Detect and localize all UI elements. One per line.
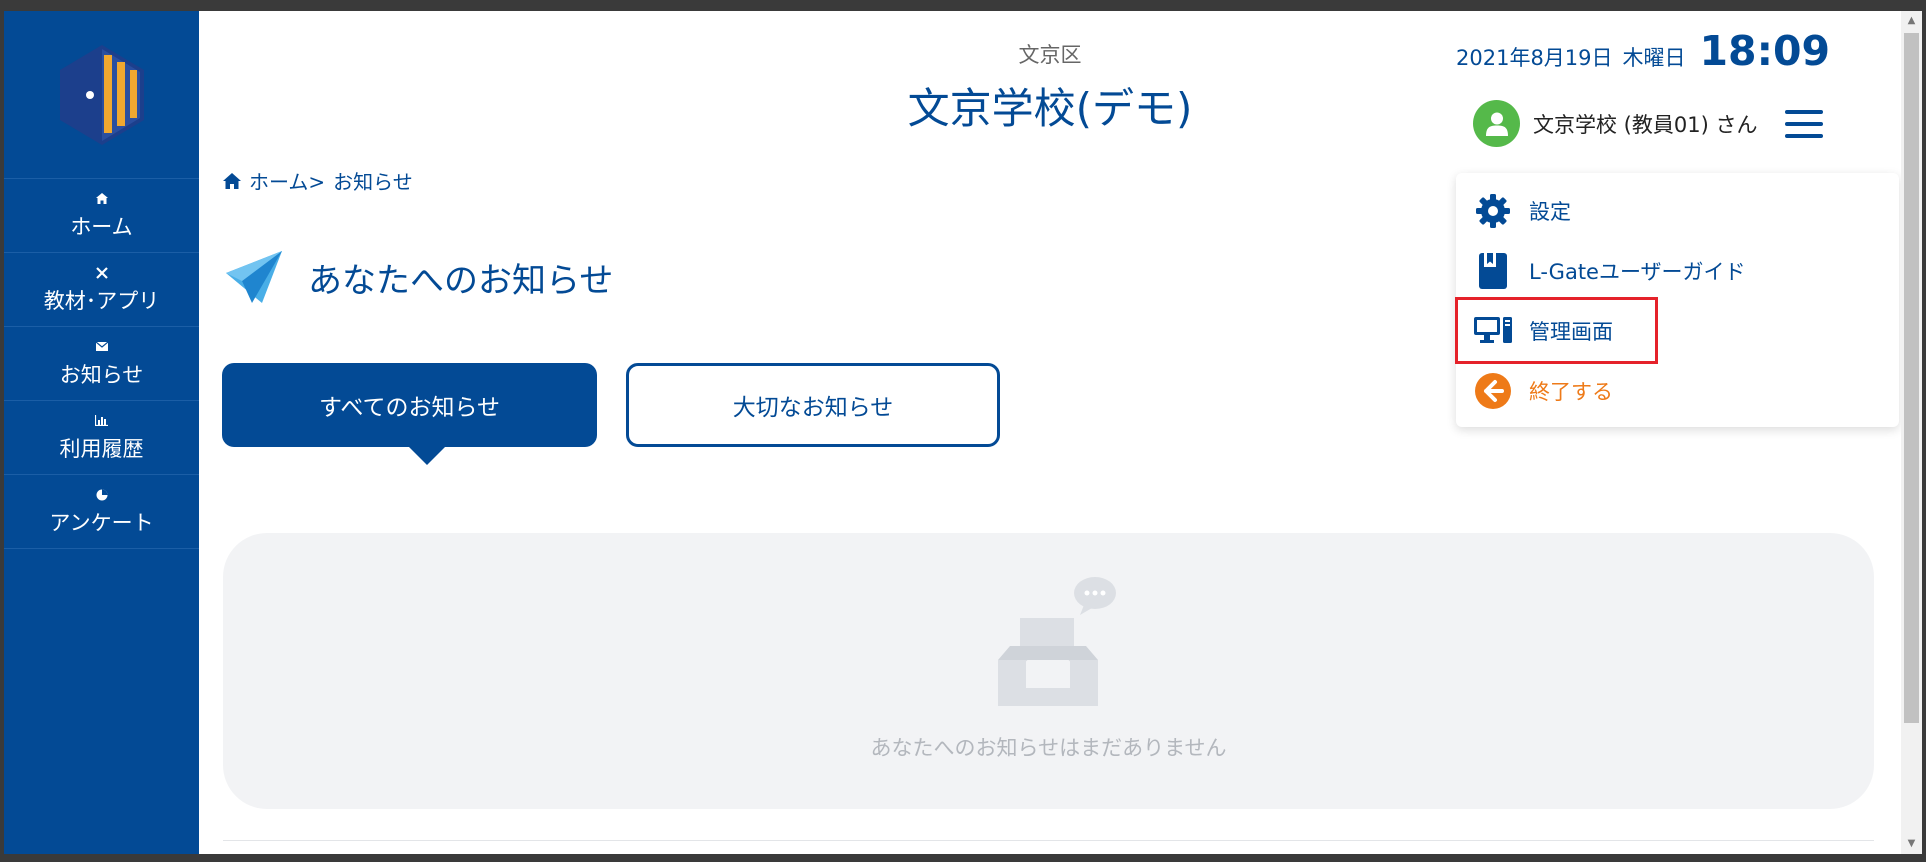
book-icon bbox=[1474, 252, 1512, 290]
page-heading: あなたへのお知らせ bbox=[226, 251, 613, 303]
pie-chart-icon bbox=[96, 487, 108, 503]
menu-item-label: 管理画面 bbox=[1529, 320, 1613, 344]
menu-item-label: 設定 bbox=[1529, 200, 1571, 224]
menu-item-label: L-Gateユーザーガイド bbox=[1529, 260, 1746, 284]
page-title: あなたへのお知らせ bbox=[308, 260, 614, 301]
date-text: 2021年8月19日 bbox=[1456, 46, 1613, 70]
user-name: 文京学校 (教員01) さん bbox=[1533, 112, 1758, 137]
scrollbar-thumb[interactable] bbox=[1904, 33, 1919, 723]
desktop-icon bbox=[1474, 312, 1512, 350]
sidebar-item-apps[interactable]: 教材･アプリ bbox=[4, 253, 199, 327]
lgate-logo-icon bbox=[59, 44, 144, 145]
divider bbox=[223, 840, 1874, 841]
window-frame-bottom bbox=[0, 854, 1926, 862]
sidebar-item-label: アンケート bbox=[49, 510, 154, 535]
datetime-display: 2021年8月19日 木曜日 18:09 bbox=[1456, 27, 1830, 75]
tools-icon bbox=[95, 265, 108, 281]
gear-icon bbox=[1474, 192, 1512, 230]
sidebar-item-notices[interactable]: お知らせ bbox=[4, 327, 199, 401]
sidebar-item-survey[interactable]: アンケート bbox=[4, 475, 199, 549]
time-text: 18:09 bbox=[1699, 27, 1831, 75]
hamburger-icon bbox=[1785, 133, 1824, 138]
sidebar-item-label: お知らせ bbox=[59, 362, 144, 387]
envelope-icon bbox=[95, 339, 108, 355]
empty-state-message: あなたへのお知らせはまだありません bbox=[870, 736, 1227, 760]
vertical-scrollbar[interactable]: ▲ ▼ bbox=[1901, 11, 1922, 854]
sidebar-item-label: 教材･アプリ bbox=[43, 288, 160, 313]
menu-toggle-button[interactable] bbox=[1785, 109, 1824, 138]
empty-state-panel: あなたへのお知らせはまだありません bbox=[223, 533, 1874, 809]
arrow-left-circle-icon bbox=[1474, 372, 1512, 410]
hamburger-icon bbox=[1785, 109, 1824, 114]
menu-item-admin-screen[interactable]: 管理画面 bbox=[1474, 312, 1613, 350]
active-tab-indicator bbox=[408, 446, 446, 465]
tab-all-notices[interactable]: すべてのお知らせ bbox=[222, 363, 597, 447]
avatar[interactable] bbox=[1473, 100, 1520, 147]
sidebar: ホーム 教材･アプリ お知らせ 利用履歴 アンケート bbox=[4, 11, 199, 854]
weekday-text: 木曜日 bbox=[1622, 46, 1686, 70]
breadcrumb-home-link[interactable]: ホーム> bbox=[249, 166, 325, 195]
menu-item-exit[interactable]: 終了する bbox=[1474, 372, 1613, 410]
logo[interactable] bbox=[4, 11, 199, 179]
breadcrumb-current: お知らせ bbox=[333, 170, 413, 194]
menu-item-label: 終了する bbox=[1529, 380, 1613, 404]
menu-item-settings[interactable]: 設定 bbox=[1474, 192, 1571, 230]
breadcrumb: ホーム> お知らせ bbox=[223, 166, 413, 195]
window-frame-top bbox=[0, 0, 1926, 8]
sidebar-item-label: 利用履歴 bbox=[59, 436, 144, 461]
empty-inbox-icon bbox=[998, 577, 1116, 706]
sidebar-item-home[interactable]: ホーム bbox=[4, 179, 199, 253]
user-icon bbox=[1485, 112, 1508, 136]
sidebar-item-history[interactable]: 利用履歴 bbox=[4, 401, 199, 475]
bar-chart-icon bbox=[95, 413, 108, 429]
user-area: 文京学校 (教員01) さん bbox=[1473, 100, 1824, 147]
menu-item-user-guide[interactable]: L-Gateユーザーガイド bbox=[1474, 252, 1746, 290]
home-icon bbox=[95, 191, 108, 207]
scroll-down-arrow-icon[interactable]: ▼ bbox=[1901, 834, 1922, 854]
sidebar-item-label: ホーム bbox=[70, 214, 133, 239]
main-content: 文京区 文京学校(デモ) 2021年8月19日 木曜日 18:09 文京学校 (… bbox=[199, 11, 1901, 854]
user-dropdown-menu: 設定 L-Gateユーザーガイド 管理画面 終了する bbox=[1456, 173, 1899, 427]
home-icon bbox=[223, 172, 241, 189]
tab-important-notices[interactable]: 大切なお知らせ bbox=[626, 363, 1000, 447]
scroll-up-arrow-icon[interactable]: ▲ bbox=[1901, 11, 1922, 31]
paper-plane-icon bbox=[226, 251, 282, 303]
hamburger-icon bbox=[1785, 121, 1824, 126]
